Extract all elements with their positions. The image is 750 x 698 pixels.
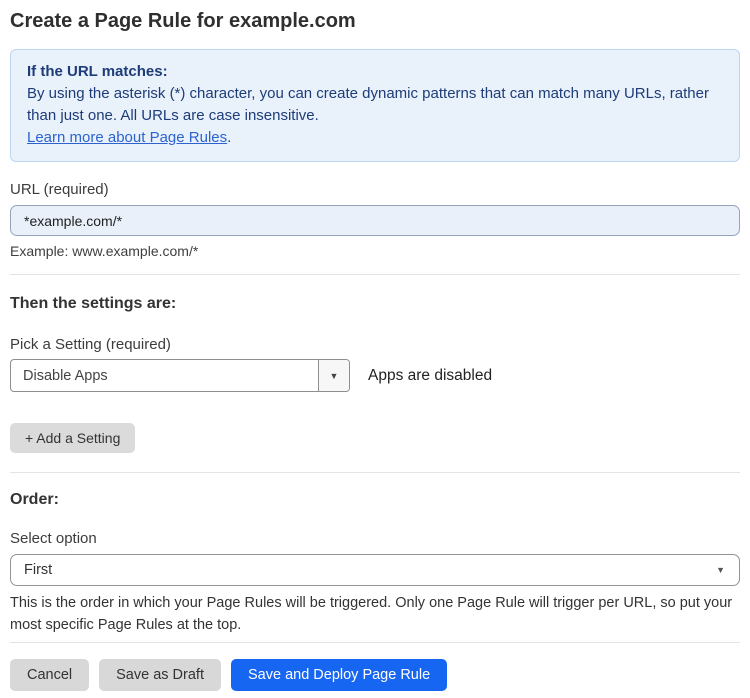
divider (10, 642, 740, 643)
url-match-info-box: If the URL matches: By using the asteris… (10, 49, 740, 162)
order-section-heading: Order: (10, 491, 59, 508)
order-select-label: Select option (10, 530, 97, 547)
pick-setting-label: Pick a Setting (required) (10, 336, 171, 353)
chevron-down-icon: ▼ (716, 565, 725, 575)
order-dropdown[interactable]: First ▼ (10, 554, 740, 586)
setting-row: Disable Apps ▼ Apps are disabled (10, 359, 740, 392)
add-setting-button[interactable]: + Add a Setting (10, 423, 136, 453)
url-field-hint: Example: www.example.com/* (10, 243, 199, 259)
order-dropdown-value: First (24, 562, 53, 578)
page-title: Create a Page Rule for example.com (10, 10, 356, 32)
learn-more-link[interactable]: Learn more about Page Rules (27, 129, 227, 146)
settings-section-heading: Then the settings are: (10, 295, 177, 312)
info-box-heading: If the URL matches: (27, 63, 168, 80)
save-and-deploy-button[interactable]: Save and Deploy Page Rule (230, 659, 448, 691)
create-page-rule-form: Create a Page Rule for example.com If th… (0, 9, 750, 691)
info-box-link-line: Learn more about Page Rules. (27, 127, 723, 149)
url-field-label: URL (required) (10, 181, 109, 198)
setting-dropdown-button[interactable]: ▼ (318, 360, 349, 391)
setting-status-text: Apps are disabled (368, 366, 493, 384)
save-as-draft-button[interactable]: Save as Draft (99, 659, 221, 691)
link-suffix: . (227, 129, 232, 146)
divider (10, 472, 740, 473)
chevron-down-icon: ▼ (329, 370, 339, 381)
url-input[interactable] (10, 205, 740, 236)
divider (10, 274, 740, 275)
action-bar: Cancel Save as Draft Save and Deploy Pag… (10, 659, 740, 691)
setting-dropdown-value: Disable Apps (23, 367, 108, 384)
order-hint-text: This is the order in which your Page Rul… (10, 595, 733, 633)
setting-dropdown[interactable]: Disable Apps ▼ (10, 359, 350, 392)
info-box-body: By using the asterisk (*) character, you… (27, 85, 709, 124)
cancel-button[interactable]: Cancel (10, 659, 90, 691)
